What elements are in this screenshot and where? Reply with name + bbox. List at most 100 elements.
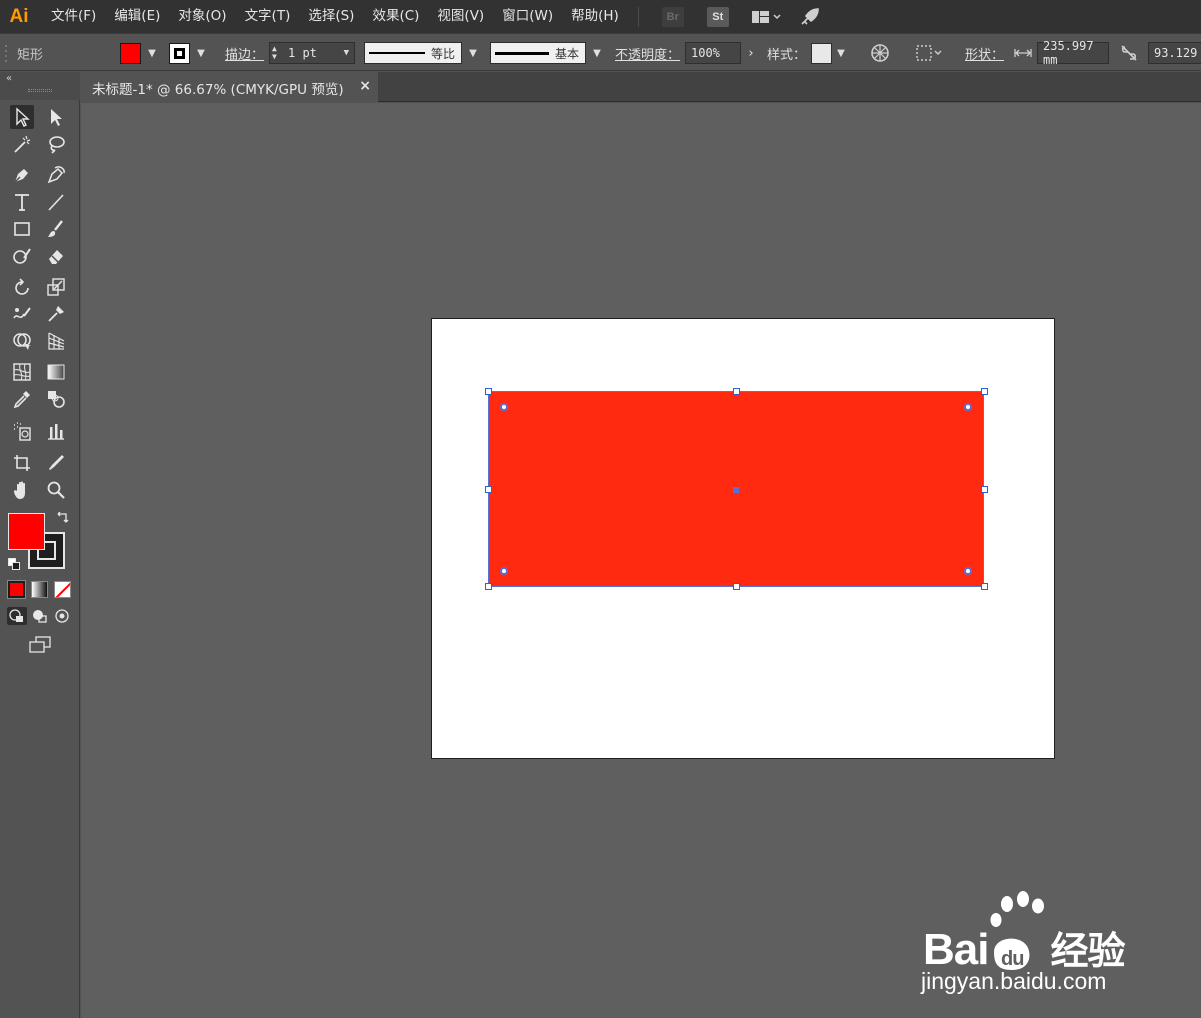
opacity-field[interactable]: 100% › [685,34,760,72]
scale-tool-icon[interactable] [44,275,68,299]
swap-fill-stroke-icon[interactable] [55,511,69,526]
handle-bottom-middle[interactable] [733,583,740,590]
height-field[interactable]: 93.129 [1148,34,1201,72]
panel-grip [28,89,52,92]
handle-top-left[interactable] [485,388,492,395]
draw-inside-icon[interactable] [53,607,73,625]
blend-tool-icon[interactable] [44,387,68,411]
hand-tool-icon[interactable] [10,478,34,502]
opacity-label[interactable]: 不透明度： [615,34,680,72]
collapse-icon[interactable]: « [6,73,12,84]
fill-color-box[interactable] [8,513,45,550]
chevron-down-icon[interactable]: ▼ [588,42,606,64]
stroke-swatch[interactable] [169,34,190,72]
chevron-right-icon[interactable]: › [742,42,760,64]
pen-tool-icon[interactable] [10,163,34,187]
profile-label: 等比 [431,46,456,61]
stepper-arrows-icon[interactable]: ▲ ▼ [272,45,284,61]
lasso-tool-icon[interactable] [44,132,68,156]
variable-width-profile[interactable]: 等比 ▼ [364,34,482,72]
chevron-down-icon[interactable]: ▼ [832,42,850,64]
gradient-mode-icon[interactable] [31,581,48,598]
menu-select[interactable]: 选择(S) [299,0,363,33]
menu-edit[interactable]: 编辑(E) [105,0,169,33]
zoom-tool-icon[interactable] [44,478,68,502]
handle-middle-left[interactable] [485,486,492,493]
screen-mode-icon[interactable] [28,635,54,655]
color-mode-icon[interactable] [7,580,26,599]
draw-normal-icon[interactable] [7,607,27,625]
recolor-artwork-icon[interactable] [869,34,891,72]
warp-tool-icon[interactable] [10,302,34,326]
fill-dropdown[interactable]: ▼ [143,34,161,72]
corner-radius-widget[interactable] [964,403,972,411]
slice-tool-icon[interactable] [44,451,68,475]
center-point [733,487,739,493]
corner-radius-widget[interactable] [964,567,972,575]
document-tab[interactable]: 未标题-1* @ 66.67% (CMYK/GPU 预览) × [81,72,378,103]
baidu-jingyan-watermark: Bai du 经验 jingyan.baidu.com [915,890,1155,1000]
perspective-grid-tool-icon[interactable] [44,329,68,353]
svg-text:du: du [1001,948,1023,970]
menu-effect[interactable]: 效果(C) [363,0,428,33]
eraser-tool-icon[interactable] [44,244,68,268]
workspace-layout-icon[interactable] [750,7,782,27]
height-value[interactable]: 93.129 [1148,42,1201,64]
graphic-style-swatch[interactable]: ▼ [811,34,850,72]
link-proportions-icon[interactable] [1118,34,1140,72]
shaper-tool-icon[interactable] [10,244,34,268]
watermark-url: jingyan.baidu.com [921,968,1107,994]
curvature-tool-icon[interactable] [44,163,68,187]
puppet-warp-tool-icon[interactable] [44,302,68,326]
handle-bottom-right[interactable] [981,583,988,590]
align-to-selection-icon[interactable] [914,34,944,72]
line-segment-tool-icon[interactable] [44,190,68,214]
symbol-sprayer-tool-icon[interactable] [10,419,34,443]
rocket-icon[interactable] [799,7,821,27]
width-field[interactable]: 235.997 mm [1037,34,1109,72]
default-fill-stroke-icon[interactable] [8,558,20,570]
handle-top-right[interactable] [981,388,988,395]
artboard-tool-icon[interactable] [10,451,34,475]
eyedropper-tool-icon[interactable] [10,387,34,411]
opacity-value[interactable]: 100% [685,42,741,64]
column-graph-tool-icon[interactable] [44,419,68,443]
corner-radius-widget[interactable] [500,567,508,575]
bridge-icon[interactable]: Br [661,6,684,27]
handle-middle-right[interactable] [981,486,988,493]
menu-window[interactable]: 窗口(W) [493,0,562,33]
mesh-tool-icon[interactable] [10,360,34,384]
chevron-down-icon[interactable]: ▼ [344,48,349,58]
chevron-down-icon[interactable]: ▼ [464,42,482,64]
shape-label[interactable]: 形状： [965,34,1004,72]
menu-object[interactable]: 对象(O) [169,0,235,33]
paintbrush-tool-icon[interactable] [44,217,68,241]
handle-bottom-left[interactable] [485,583,492,590]
menu-view[interactable]: 视图(V) [428,0,493,33]
handle-top-middle[interactable] [733,388,740,395]
stroke-weight-spinner[interactable]: ▲ ▼ 1 pt ▼ [269,34,355,72]
type-tool-icon[interactable] [10,190,34,214]
menu-file[interactable]: 文件(F) [42,0,105,33]
brush-definition[interactable]: 基本 ▼ [490,34,606,72]
canvas[interactable] [81,103,1201,1018]
gradient-tool-icon[interactable] [44,360,68,384]
fill-swatch[interactable] [120,34,141,72]
chevron-down-icon: ▼ [197,47,205,59]
shape-builder-tool-icon[interactable] [10,329,34,353]
corner-radius-widget[interactable] [500,403,508,411]
stroke-label[interactable]: 描边： [225,34,264,72]
stroke-dropdown[interactable]: ▼ [192,34,210,72]
menu-type[interactable]: 文字(T) [236,0,300,33]
direct-selection-tool-icon[interactable] [44,105,68,129]
close-icon[interactable]: × [359,78,371,94]
rotate-tool-icon[interactable] [10,275,34,299]
rectangle-tool-icon[interactable] [10,217,34,241]
stock-icon[interactable]: St [706,6,729,27]
draw-behind-icon[interactable] [30,607,50,625]
none-mode-icon[interactable] [54,581,71,598]
selection-tool-icon[interactable] [10,105,34,129]
magic-wand-tool-icon[interactable] [10,132,34,156]
width-value[interactable]: 235.997 mm [1037,39,1109,67]
menu-help[interactable]: 帮助(H) [562,0,628,33]
